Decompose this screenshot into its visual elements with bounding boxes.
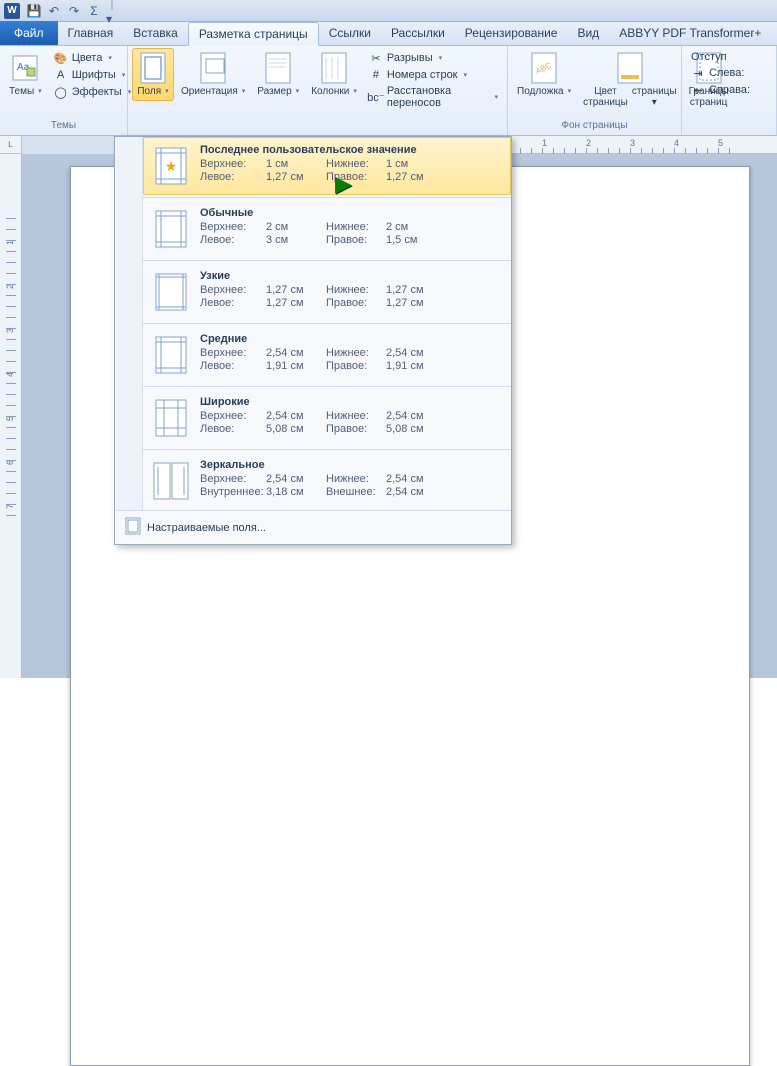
size-button[interactable]: Размер▾ bbox=[252, 48, 304, 101]
margin-preset-icon bbox=[152, 333, 190, 377]
indent-right-icon: ⇤ bbox=[691, 83, 705, 97]
hruler-mark: 1 bbox=[542, 138, 547, 148]
tab-6[interactable]: Вид bbox=[567, 22, 609, 45]
margin-preset-icon bbox=[152, 270, 190, 314]
themes-icon: Aa bbox=[9, 52, 41, 84]
line-numbers-icon: # bbox=[369, 68, 383, 82]
page-background-group: ABC Подложка▾ Цвет страницыстраницы ▾ Гр… bbox=[508, 46, 682, 135]
hyphenation-button[interactable]: bc⁻ Расстановка переносов▾ bbox=[366, 84, 501, 110]
workspace: L 1 2 3 4 5 1234567 ★Последнее пользовательс… bbox=[0, 136, 777, 678]
watermark-icon: ABC bbox=[528, 52, 560, 84]
ruler-corner: L bbox=[0, 136, 22, 154]
margin-preset-icon: ★ bbox=[152, 144, 190, 188]
indent-left-label: ⇥ Слева: bbox=[688, 65, 753, 81]
hruler-mark: 3 bbox=[630, 138, 635, 148]
page-color-button[interactable]: Цвет страницыстраницы ▾ bbox=[578, 48, 681, 112]
themes-group-label: Темы bbox=[4, 120, 123, 133]
margin-preset-3[interactable]: СредниеВерхнее:2,54 смНижнее:2,54 смЛево… bbox=[143, 326, 511, 384]
themes-button[interactable]: Aa Темы▾ bbox=[4, 48, 47, 101]
hyphenation-icon: bc⁻ bbox=[369, 90, 383, 104]
margin-preset-5[interactable]: ЗеркальноеВерхнее:2,54 смНижнее:2,54 смВ… bbox=[143, 452, 511, 510]
redo-icon[interactable]: ↷ bbox=[66, 3, 82, 19]
themes-group: Aa Темы▾ 🎨 Цвета▾ A Шрифты▾ ◯ Эффекты▾ bbox=[0, 46, 128, 135]
ribbon: Aa Темы▾ 🎨 Цвета▾ A Шрифты▾ ◯ Эффекты▾ bbox=[0, 46, 777, 136]
margin-preset-icon bbox=[152, 396, 190, 440]
custom-margins-icon bbox=[125, 517, 141, 538]
hruler-mark: 2 bbox=[586, 138, 591, 148]
margin-preset-body: СредниеВерхнее:2,54 смНижнее:2,54 смЛево… bbox=[200, 333, 502, 377]
orientation-button[interactable]: Ориентация▾ bbox=[176, 48, 250, 101]
tab-4[interactable]: Рассылки bbox=[381, 22, 455, 45]
margin-preset-1[interactable]: ОбычныеВерхнее:2 смНижнее:2 смЛевое:3 см… bbox=[143, 200, 511, 258]
tab-0[interactable]: Главная bbox=[58, 22, 124, 45]
tab-2[interactable]: Разметка страницы bbox=[188, 22, 319, 46]
watermark-button[interactable]: ABC Подложка▾ bbox=[512, 48, 576, 101]
undo-icon[interactable]: ↶ bbox=[46, 3, 62, 19]
indent-label: Отступ bbox=[688, 50, 753, 64]
tab-3[interactable]: Ссылки bbox=[319, 22, 381, 45]
theme-colors-button[interactable]: 🎨 Цвета▾ bbox=[51, 50, 135, 66]
custom-margins-button[interactable]: Настраиваемые поля... bbox=[115, 510, 511, 544]
size-icon bbox=[262, 52, 294, 84]
page-setup-group: Поля▾ Ориентация▾ Размер▾ Колонки▾ bbox=[128, 46, 508, 135]
sigma-icon[interactable]: Σ bbox=[86, 3, 102, 19]
tab-7[interactable]: ABBYY PDF Transformer+ bbox=[609, 22, 771, 45]
tab-1[interactable]: Вставка bbox=[123, 22, 188, 45]
cursor-overlay-icon: ▶ bbox=[335, 171, 352, 197]
margins-icon bbox=[137, 52, 169, 84]
page-setup-group-label bbox=[132, 131, 503, 133]
indent-right-label: ⇤ Справа: bbox=[688, 82, 753, 98]
columns-button[interactable]: Колонки▾ bbox=[306, 48, 362, 101]
margin-preset-4[interactable]: ШирокиеВерхнее:2,54 смНижнее:2,54 смЛево… bbox=[143, 389, 511, 447]
colors-icon: 🎨 bbox=[54, 51, 68, 65]
margin-preset-body: УзкиеВерхнее:1,27 смНижнее:1,27 смЛевое:… bbox=[200, 270, 502, 314]
line-numbers-button[interactable]: # Номера строк▾ bbox=[366, 67, 501, 83]
paragraph-group: Отступ ⇥ Слева: ⇤ Справа: bbox=[682, 46, 777, 135]
theme-effects-button[interactable]: ◯ Эффекты▾ bbox=[51, 84, 135, 100]
page-color-icon bbox=[614, 52, 646, 84]
menu-gutter bbox=[115, 137, 143, 510]
indent-left-icon: ⇥ bbox=[691, 66, 705, 80]
ribbon-tabs: Файл ГлавнаяВставкаРазметка страницыСсыл… bbox=[0, 22, 777, 46]
margin-preset-icon bbox=[152, 207, 190, 251]
title-bar: W 💾 ↶ ↷ Σ ｜▾ bbox=[0, 0, 777, 22]
margin-preset-0[interactable]: ★Последнее пользовательское значениеВерх… bbox=[143, 137, 511, 195]
breaks-button[interactable]: ✂ Разрывы▾ bbox=[366, 50, 501, 66]
margin-preset-2[interactable]: УзкиеВерхнее:1,27 смНижнее:1,27 смЛевое:… bbox=[143, 263, 511, 321]
page-background-group-label: Фон страницы bbox=[512, 120, 677, 133]
quick-access-toolbar: 💾 ↶ ↷ Σ ｜▾ bbox=[26, 3, 122, 19]
vertical-ruler[interactable]: 1234567 bbox=[0, 154, 22, 678]
orientation-icon bbox=[197, 52, 229, 84]
qat-dropdown-icon[interactable]: ｜▾ bbox=[106, 3, 122, 19]
breaks-icon: ✂ bbox=[369, 51, 383, 65]
file-tab[interactable]: Файл bbox=[0, 21, 58, 45]
effects-icon: ◯ bbox=[54, 85, 68, 99]
margins-menu: ★Последнее пользовательское значениеВерх… bbox=[114, 136, 512, 545]
margin-preset-body: ЗеркальноеВерхнее:2,54 смНижнее:2,54 смВ… bbox=[200, 459, 502, 503]
fonts-icon: A bbox=[54, 68, 68, 82]
columns-icon bbox=[318, 52, 350, 84]
margin-preset-body: ОбычныеВерхнее:2 смНижнее:2 смЛевое:3 см… bbox=[200, 207, 502, 251]
hruler-mark: 5 bbox=[718, 138, 723, 148]
save-icon[interactable]: 💾 bbox=[26, 3, 42, 19]
hruler-mark: 4 bbox=[674, 138, 679, 148]
margins-button[interactable]: Поля▾ bbox=[132, 48, 174, 101]
theme-fonts-button[interactable]: A Шрифты▾ bbox=[51, 67, 135, 83]
margin-preset-body: ШирокиеВерхнее:2,54 смНижнее:2,54 смЛево… bbox=[200, 396, 502, 440]
margin-preset-icon bbox=[152, 459, 190, 503]
word-app-icon: W bbox=[4, 3, 20, 19]
tab-5[interactable]: Рецензирование bbox=[455, 22, 568, 45]
